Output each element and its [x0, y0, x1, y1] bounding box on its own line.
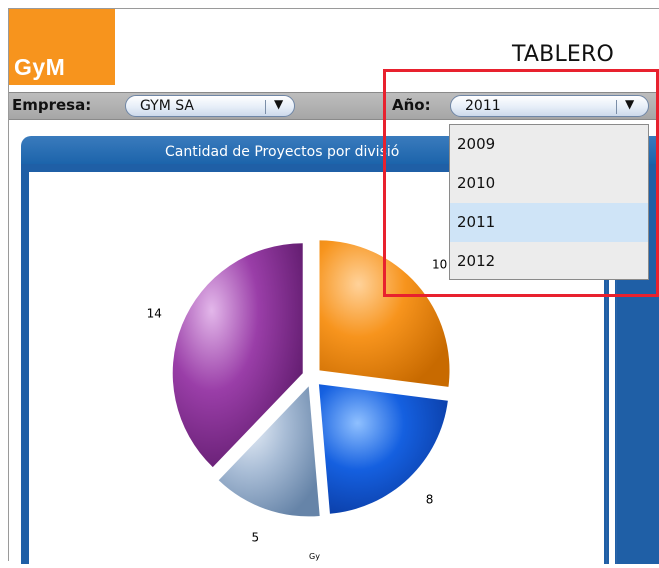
panel-title: Cantidad de Proyectos por divisió [165, 144, 400, 160]
watermark-text: Gy [309, 552, 320, 561]
pie-slice-label: 14 [147, 307, 162, 321]
empresa-select-value: GYM SA [140, 98, 194, 114]
empresa-select[interactable]: GYM SA ▼ [125, 95, 295, 117]
highlight-box [383, 69, 659, 297]
pie-slice-label: 5 [252, 530, 260, 544]
empresa-label: Empresa: [12, 96, 92, 114]
page-title: TABLERO [512, 42, 615, 67]
chevron-down-icon[interactable]: ▼ [274, 97, 283, 111]
empresa-select-separator [265, 100, 266, 114]
company-logo: GyM [9, 9, 115, 85]
pie-slice-label: 8 [426, 493, 434, 507]
logo-text: GyM [14, 54, 66, 80]
